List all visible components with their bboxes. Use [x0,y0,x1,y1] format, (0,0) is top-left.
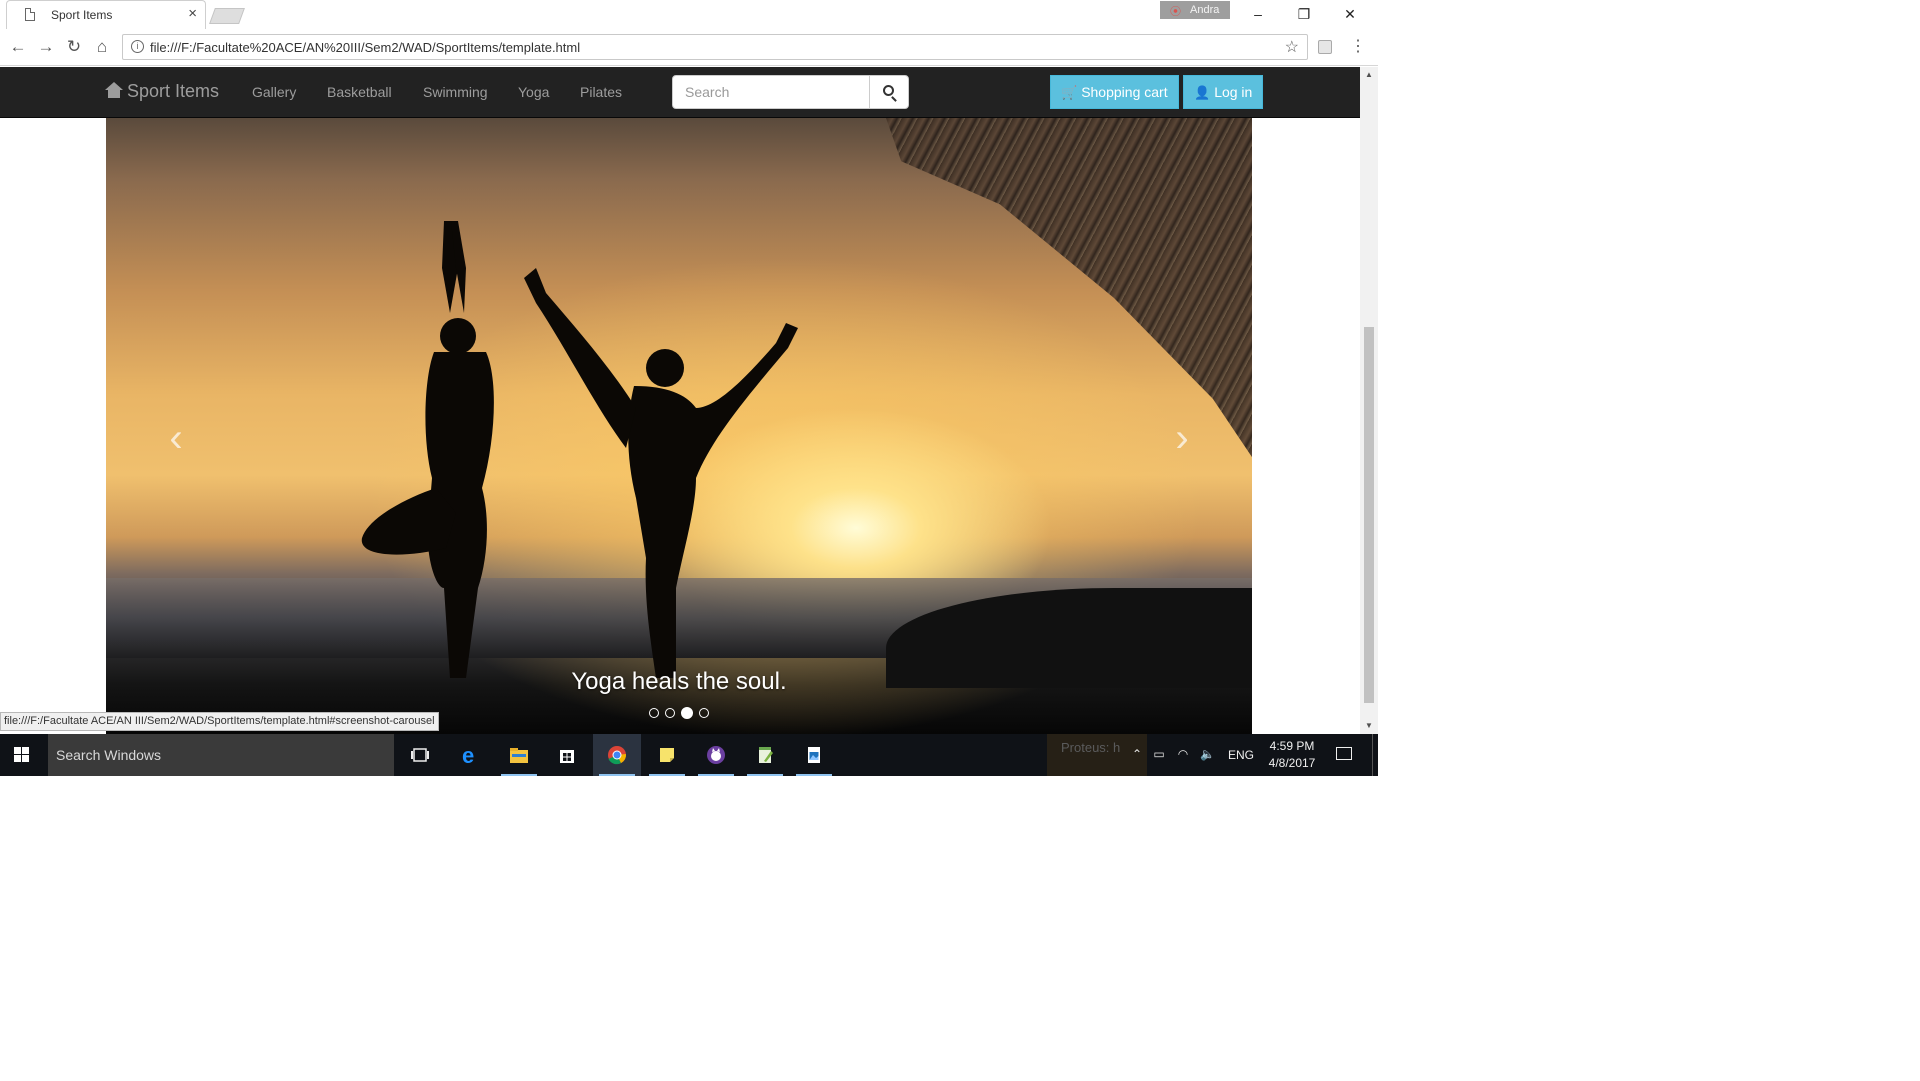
home-icon [105,82,123,98]
login-label: Log in [1214,84,1253,100]
silhouette-tree-pose [361,221,494,678]
restore-button[interactable]: ❐ [1282,2,1326,26]
browser-menu-icon[interactable]: ⋮ [1350,37,1366,57]
bookmark-star-icon[interactable]: ☆ [1285,37,1299,57]
search-form [672,75,909,109]
address-bar[interactable]: i file:///F:/Facultate%20ACE/AN%20III/Se… [122,34,1308,60]
taskbar-notepad[interactable] [741,734,789,776]
scroll-up-arrow[interactable]: ▲ [1360,67,1378,83]
volume-icon[interactable]: 🔈 [1200,747,1215,761]
profile-icon: ⦿ [1170,6,1181,18]
brand-text: Sport Items [127,81,220,101]
edge-icon: e [462,745,474,765]
profile-name: Andra [1190,4,1220,16]
new-tab-button[interactable] [209,8,245,24]
carousel-indicator-dot[interactable] [665,708,675,718]
clock-date: 4/8/2017 [1268,756,1316,770]
carousel-indicator-dot[interactable] [649,708,659,718]
carousel-prev-control[interactable]: ‹ [156,418,196,458]
carousel-caption: Yoga heals the soul. [571,668,787,695]
browser-tab[interactable]: Sport Items × [6,0,206,29]
forward-button[interactable]: → [34,35,58,59]
task-view-button[interactable] [396,734,444,776]
taskbar-chrome[interactable] [593,734,641,776]
taskbar-file-explorer[interactable] [495,734,543,776]
extension-icon[interactable] [1318,40,1332,54]
address-url: file:///F:/Facultate%20ACE/AN%20III/Sem2… [150,40,581,55]
tab-close-icon[interactable]: × [188,6,197,21]
page-icon [25,8,35,21]
taskbar-store[interactable] [543,734,591,776]
nav-basketball[interactable]: Basketball [327,84,392,100]
carousel-next-control[interactable]: › [1162,418,1202,458]
shopping-cart-button[interactable]: 🛒 Shopping cart [1050,75,1179,109]
taskbar-sticky-notes[interactable] [643,734,691,776]
battery-icon[interactable]: ▭ [1152,747,1166,761]
action-center-icon[interactable] [1336,747,1352,760]
minimize-button[interactable]: – [1236,2,1280,26]
home-button[interactable]: ⌂ [90,35,114,59]
scroll-down-arrow[interactable]: ▼ [1360,718,1378,734]
task-view-icon [411,748,429,762]
nav-pilates[interactable]: Pilates [580,84,622,100]
nav-yoga[interactable]: Yoga [518,84,549,100]
show-desktop-button[interactable] [1372,734,1373,776]
search-button[interactable] [869,75,909,109]
svg-text:e: e [462,745,474,765]
taskbar-app-purple[interactable] [692,734,740,776]
yoga-silhouettes [361,221,798,678]
chrome-icon [608,746,627,765]
cat-app-icon [707,746,725,764]
close-window-button[interactable]: ✕ [1328,2,1372,26]
page-scrollbar[interactable]: ▲ ▼ [1360,67,1378,734]
image-file-icon [808,747,820,763]
taskbar-search-box[interactable]: Search Windows [48,734,394,776]
scrollbar-thumb[interactable] [1364,327,1374,703]
taskbar-edge[interactable]: e [446,734,494,776]
site-navbar: Sport Items Gallery Basketball Swimming … [0,67,1360,118]
carousel-indicator-dot[interactable] [699,708,709,718]
store-icon [560,750,574,763]
user-icon: 👤 [1194,85,1211,100]
status-bubble: file:///F:/Facultate ACE/AN III/Sem2/WAD… [0,712,439,731]
clock-time: 4:59 PM [1269,739,1315,753]
carousel: ‹ › Yoga heals the soul. [106,118,1252,734]
wifi-icon[interactable]: ◠ [1176,747,1190,761]
browser-toolbar: ← → ↻ ⌂ i file:///F:/Facultate%20ACE/AN%… [0,29,1378,66]
brand-link[interactable]: Sport Items [105,81,219,102]
nav-swimming[interactable]: Swimming [423,84,488,100]
screen: Sport Items × ⦿ Andra – ❐ ✕ ← → ↻ ⌂ i fi… [0,0,1378,776]
sticky-notes-icon [660,748,674,762]
tray-clock[interactable]: 4:59 PM 4/8/2017 [1262,738,1322,772]
language-indicator[interactable]: ENG [1228,748,1254,762]
search-input[interactable] [672,75,870,109]
page-viewport: Sport Items Gallery Basketball Swimming … [0,67,1360,734]
profile-button[interactable]: ⦿ Andra [1160,1,1230,19]
folder-icon [510,748,528,763]
show-hidden-icons-chevron-icon[interactable]: ⌃ [1130,747,1144,761]
browser-titlebar: Sport Items × ⦿ Andra – ❐ ✕ [0,0,1378,29]
nav-gallery[interactable]: Gallery [252,84,296,100]
windows-taskbar: Search Windows e Proteus: h ⌃ ▭ ◠ 🔈 ENG … [0,734,1378,776]
search-icon [883,85,894,96]
reload-button[interactable]: ↻ [62,35,86,59]
shopping-cart-label: Shopping cart [1081,84,1168,100]
start-windows-icon[interactable] [14,747,30,763]
taskbar-photos[interactable] [790,734,838,776]
notepad-icon [759,747,773,763]
tab-title: Sport Items [51,8,113,22]
cart-icon: 🛒 [1061,85,1078,100]
login-button[interactable]: 👤 Log in [1183,75,1264,109]
back-button[interactable]: ← [6,35,30,59]
carousel-indicator-dot[interactable] [681,707,693,719]
silhouette-leg-raise [524,268,798,678]
site-info-icon[interactable]: i [131,40,144,53]
